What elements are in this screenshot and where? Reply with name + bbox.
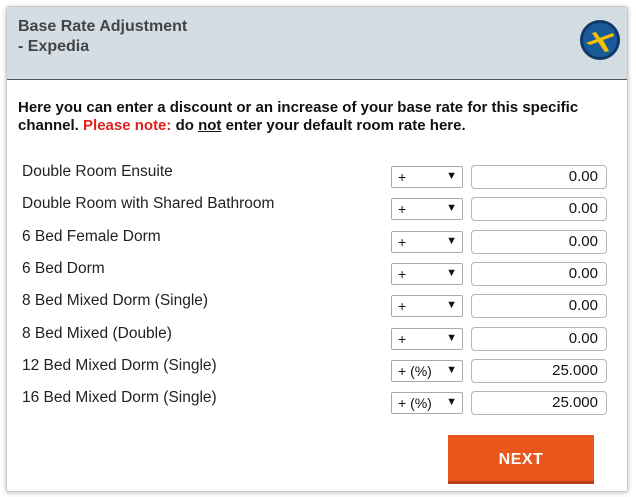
room-name: 16 Bed Mixed Dorm (Single) [22,389,217,406]
adjustment-type-select[interactable]: + ▼ [391,166,463,188]
adjustment-amount-input[interactable]: 25.000 [471,391,607,415]
adjustment-type-value: + [398,201,407,217]
adjustment-type-value: + [398,331,407,347]
adjustment-type-value: + [398,234,407,250]
room-rate-row: 6 Bed Dorm + ▼ 0.00 [22,259,622,286]
room-rate-row: Double Room Ensuite + ▼ 0.00 [22,162,622,189]
room-rate-row: 12 Bed Mixed Dorm (Single) + (%) ▼ 25.000 [22,356,622,383]
adjustment-type-select[interactable]: + ▼ [391,263,463,285]
intro-text-mid: do [171,117,199,134]
not-emphasis: not [198,117,222,134]
adjustment-type-select[interactable]: + ▼ [391,295,463,317]
dropdown-arrow-icon: ▼ [446,235,457,247]
adjustment-type-value: + (%) [398,363,432,379]
dropdown-arrow-icon: ▼ [446,299,457,311]
adjustment-amount-input[interactable]: 0.00 [471,262,607,286]
room-name: 6 Bed Female Dorm [22,228,161,245]
dialog-header: Base Rate Adjustment - Expedia [7,7,627,80]
room-name: Double Room Ensuite [22,163,173,180]
room-name: 8 Bed Mixed Dorm (Single) [22,292,209,309]
room-rate-row: 16 Bed Mixed Dorm (Single) + (%) ▼ 25.000 [22,388,622,415]
dropdown-arrow-icon: ▼ [446,267,457,279]
adjustment-amount-input[interactable]: 0.00 [471,197,607,221]
dropdown-arrow-icon: ▼ [446,364,457,376]
adjustment-amount-input[interactable]: 25.000 [471,359,607,383]
adjustment-amount-input[interactable]: 0.00 [471,327,607,351]
next-button[interactable]: NEXT [448,435,594,484]
adjustment-type-select[interactable]: + ▼ [391,198,463,220]
room-rate-row: Double Room with Shared Bathroom + ▼ 0.00 [22,194,622,221]
dialog-panel: Base Rate Adjustment - Expedia Here you … [6,6,628,492]
intro-text-end: enter your default room rate here. [221,117,466,134]
adjustment-type-value: + (%) [398,395,432,411]
adjustment-type-select[interactable]: + ▼ [391,231,463,253]
room-name: 6 Bed Dorm [22,260,105,277]
room-rate-row: 6 Bed Female Dorm + ▼ 0.00 [22,227,622,254]
dropdown-arrow-icon: ▼ [446,396,457,408]
adjustment-type-select[interactable]: + ▼ [391,328,463,350]
expedia-logo-icon [580,20,620,60]
dialog-title: Base Rate Adjustment - Expedia [18,18,188,55]
adjustment-amount-input[interactable]: 0.00 [471,294,607,318]
adjustment-type-value: + [398,169,407,185]
note-label: Please note: [83,117,172,134]
room-name: Double Room with Shared Bathroom [22,195,275,212]
room-rate-row: 8 Bed Mixed (Double) + ▼ 0.00 [22,324,622,351]
adjustment-type-value: + [398,298,407,314]
adjustment-type-select[interactable]: + (%) ▼ [391,392,463,414]
adjustment-type-select[interactable]: + (%) ▼ [391,360,463,382]
room-name: 12 Bed Mixed Dorm (Single) [22,357,217,374]
dropdown-arrow-icon: ▼ [446,202,457,214]
dropdown-arrow-icon: ▼ [446,332,457,344]
room-name: 8 Bed Mixed (Double) [22,325,172,342]
dropdown-arrow-icon: ▼ [446,170,457,182]
adjustment-amount-input[interactable]: 0.00 [471,230,607,254]
adjustment-amount-input[interactable]: 0.00 [471,165,607,189]
intro-text: Here you can enter a discount or an incr… [18,99,623,135]
room-rate-row: 8 Bed Mixed Dorm (Single) + ▼ 0.00 [22,291,622,318]
adjustment-type-value: + [398,266,407,282]
